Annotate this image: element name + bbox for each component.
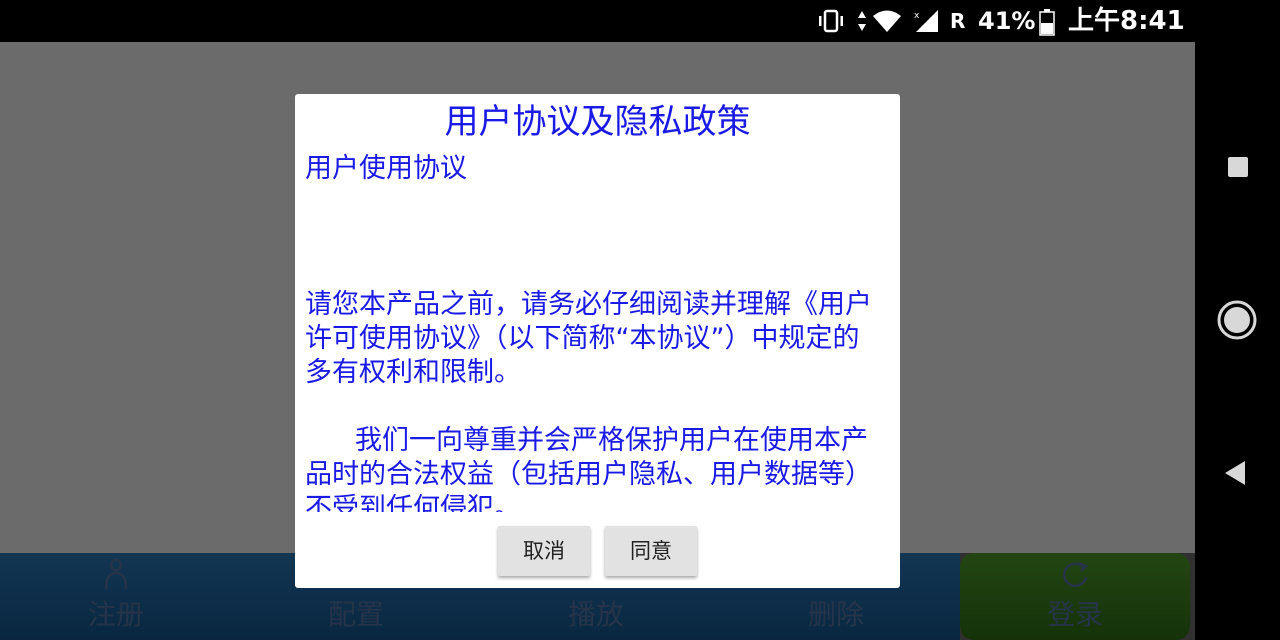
- agreement-dialog: 用户协议及隐私政策 用户使用协议 请您本产品之前，请务必仔细阅读并理解《用户许可…: [295, 94, 900, 588]
- data-arrows-icon: [856, 8, 868, 42]
- triangle-back-icon: [1225, 461, 1245, 485]
- agreement-heading: 用户使用协议: [305, 153, 467, 184]
- circle-icon: [1217, 300, 1257, 340]
- cell-signal-icon: x: [914, 8, 940, 42]
- clock: 上午8:41: [1068, 6, 1185, 36]
- dialog-body[interactable]: 用户使用协议 请您本产品之前，请务必仔细阅读并理解《用户许可使用协议》（以下简称…: [305, 152, 880, 512]
- wifi-icon: [872, 8, 902, 42]
- system-nav-bar: [1195, 0, 1280, 640]
- app-screen: x R 41% 上午8:41 注册 配置 播放 删除: [0, 0, 1195, 640]
- roaming-indicator: R: [950, 9, 966, 33]
- agreement-paragraph-2: 我们一向尊重并会严格保护用户在使用本产品时的合法权益（包括用户隐私、用户数据等）…: [305, 425, 872, 512]
- agree-button[interactable]: 同意: [605, 526, 697, 576]
- vibrate-icon: [818, 8, 844, 42]
- dialog-title: 用户协议及隐私政策: [444, 102, 751, 142]
- cancel-button[interactable]: 取消: [498, 526, 590, 576]
- back-button[interactable]: [1221, 458, 1251, 488]
- battery-percent: 41%: [978, 7, 1036, 35]
- recents-button[interactable]: [1223, 152, 1253, 182]
- agreement-paragraph-1: 请您本产品之前，请务必仔细阅读并理解《用户许可使用协议》（以下简称“本协议”）中…: [305, 289, 872, 388]
- battery-icon: [1039, 8, 1055, 42]
- status-bar: x R 41% 上午8:41: [0, 0, 1195, 42]
- square-icon: [1228, 157, 1248, 177]
- home-button[interactable]: [1215, 298, 1259, 342]
- svg-text:x: x: [914, 11, 920, 21]
